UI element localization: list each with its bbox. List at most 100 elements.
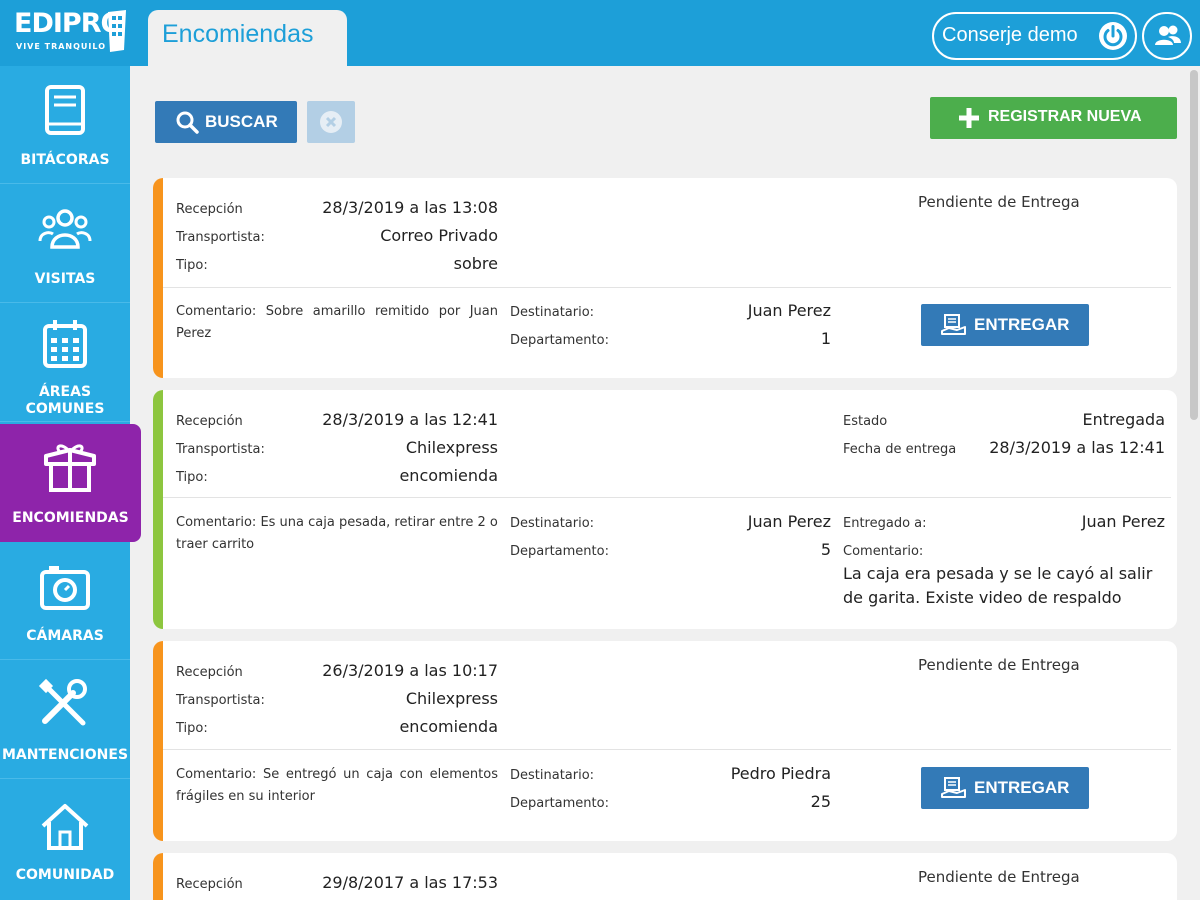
status-stripe — [153, 853, 163, 900]
reception-label: Recepción — [176, 877, 243, 892]
type-label: Tipo: — [176, 721, 208, 736]
status-stripe — [153, 641, 163, 841]
delivered-to-value: Juan Perez — [1081, 512, 1165, 531]
comment-text: Comentario: Es una caja pesada, retirar … — [176, 512, 498, 556]
calendar-icon — [43, 320, 87, 368]
logo-tagline: VIVE TRANQUILO — [16, 42, 106, 51]
recipient-label: Destinatario: — [510, 768, 595, 783]
type-value: sobre — [453, 254, 498, 273]
carrier-label: Transportista: — [176, 693, 265, 708]
reception-value: 26/3/2019 a las 10:17 — [322, 661, 498, 680]
tab-encomiendas[interactable]: Encomiendas — [148, 10, 347, 68]
comment-label: Comentario: — [176, 767, 257, 782]
carrier-value: Correo Privado — [380, 226, 498, 245]
carrier-value: Chilexpress — [405, 438, 498, 457]
delivery-comment-label: Comentario: — [843, 544, 924, 559]
reception-label: Recepción — [176, 414, 243, 429]
type-label: Tipo: — [176, 470, 208, 485]
reception-value: 28/3/2019 a las 13:08 — [322, 198, 498, 217]
search-icon — [176, 111, 199, 134]
deliver-label: ENTREGAR — [974, 778, 1070, 797]
plus-icon — [959, 108, 979, 128]
status-stripe — [153, 390, 163, 629]
delivery-comment-value: La caja era pesada y se le cayó al salir… — [843, 564, 1153, 607]
sidebar-item-encomiendas[interactable]: ENCOMIENDAS — [0, 424, 141, 542]
sidebar-item-mantenciones[interactable]: MANTENCIONES — [0, 661, 130, 779]
scrollbar-thumb[interactable] — [1190, 70, 1198, 420]
sidebar-item-label: COMUNIDAD — [15, 867, 115, 883]
clear-search-button[interactable] — [307, 101, 355, 143]
book-icon — [45, 85, 85, 135]
delivered-to-label: Entregado a: — [843, 516, 927, 531]
sidebar-item-label: BITÁCORAS — [20, 152, 110, 168]
state-label: Estado — [843, 414, 888, 429]
carrier-label: Transportista: — [176, 442, 265, 457]
department-label: Departamento: — [510, 544, 609, 559]
sidebar-item-label: ÁREAS COMUNES — [25, 384, 105, 417]
edipro-logo[interactable]: EDIPRO VIVE TRANQUILO — [14, 8, 128, 58]
sidebar-item-label: CÁMARAS — [26, 628, 104, 644]
user-name: Conserje demo — [942, 24, 1078, 46]
reception-value: 28/3/2019 a las 12:41 — [322, 410, 498, 429]
recipient-value: Juan Perez — [747, 301, 831, 320]
tab-encomiendas-label: Encomiendas — [162, 20, 314, 48]
reception-label: Recepción — [176, 202, 243, 217]
top-bar: EDIPRO VIVE TRANQUILO Encomiendas Conser… — [0, 0, 1200, 68]
search-button-label: BUSCAR — [205, 112, 278, 131]
close-circle-icon — [320, 111, 342, 133]
comment-label: Comentario: — [176, 304, 257, 319]
card-divider — [163, 497, 1171, 498]
user-logout-button[interactable]: Conserje demo — [932, 12, 1137, 60]
department-label: Departamento: — [510, 796, 609, 811]
sidebar-item-label: MANTENCIONES — [1, 747, 129, 763]
sidebar-item-label: VISITAS — [34, 271, 96, 287]
sidebar-item-areas-comunes[interactable]: ÁREAS COMUNES — [0, 304, 130, 422]
sidebar-item-comunidad[interactable]: COMUNIDAD — [0, 780, 130, 898]
users-icon — [1155, 25, 1181, 45]
sidebar-item-label: ENCOMIENDAS — [12, 510, 129, 526]
register-new-label: REGISTRAR NUEVA — [988, 108, 1142, 125]
department-value: 1 — [820, 329, 831, 348]
package-card: Recepción 29/8/2017 a las 17:53 Pendient… — [153, 853, 1177, 900]
camera-icon — [40, 566, 90, 610]
sidebar-item-visitas[interactable]: VISITAS — [0, 185, 130, 303]
carrier-label: Transportista: — [176, 230, 265, 245]
delivery-date-value: 28/3/2019 a las 12:41 — [989, 438, 1165, 457]
power-icon — [1099, 22, 1127, 50]
register-new-button[interactable]: REGISTRAR NUEVA — [930, 97, 1177, 139]
sidebar-item-bitacoras[interactable]: BITÁCORAS — [0, 66, 130, 184]
package-icon — [44, 444, 96, 492]
department-value: 5 — [820, 540, 831, 559]
logo-mark-icon — [108, 10, 126, 52]
comment-text: Comentario: Se entregó un caja con eleme… — [176, 764, 498, 808]
card-divider — [163, 749, 1171, 750]
status-text: Pendiente de Entrega — [918, 656, 1080, 674]
deliver-button[interactable]: ENTREGAR — [921, 304, 1089, 346]
package-card: Recepción 28/3/2019 a las 13:08 Transpor… — [153, 178, 1177, 378]
status-stripe — [153, 178, 163, 378]
status-text: Pendiente de Entrega — [918, 193, 1080, 211]
users-button[interactable] — [1142, 12, 1192, 60]
tools-icon — [38, 678, 87, 726]
deliver-button[interactable]: ENTREGAR — [921, 767, 1089, 809]
department-value: 25 — [810, 792, 831, 811]
reception-value: 29/8/2017 a las 17:53 — [322, 873, 498, 892]
status-text: Pendiente de Entrega — [918, 868, 1080, 886]
department-label: Departamento: — [510, 333, 609, 348]
type-label: Tipo: — [176, 258, 208, 273]
sidebar-item-camaras[interactable]: CÁMARAS — [0, 542, 130, 660]
type-value: encomienda — [399, 466, 498, 485]
sidebar: BITÁCORAS VISITAS ÁREAS COMUNES ENCOMIEN… — [0, 66, 141, 900]
people-icon — [38, 209, 92, 249]
recipient-label: Destinatario: — [510, 516, 595, 531]
delivery-date-label: Fecha de entrega — [843, 442, 957, 457]
search-button[interactable]: BUSCAR — [155, 101, 297, 143]
deliver-label: ENTREGAR — [974, 315, 1070, 334]
recipient-value: Pedro Piedra — [730, 764, 831, 783]
comment-text: Comentario: Sobre amarillo remitido por … — [176, 301, 498, 345]
carrier-value: Chilexpress — [405, 689, 498, 708]
recipient-value: Juan Perez — [747, 512, 831, 531]
package-card: Recepción 28/3/2019 a las 12:41 Transpor… — [153, 390, 1177, 629]
deliver-icon — [941, 777, 966, 798]
reception-label: Recepción — [176, 665, 243, 680]
